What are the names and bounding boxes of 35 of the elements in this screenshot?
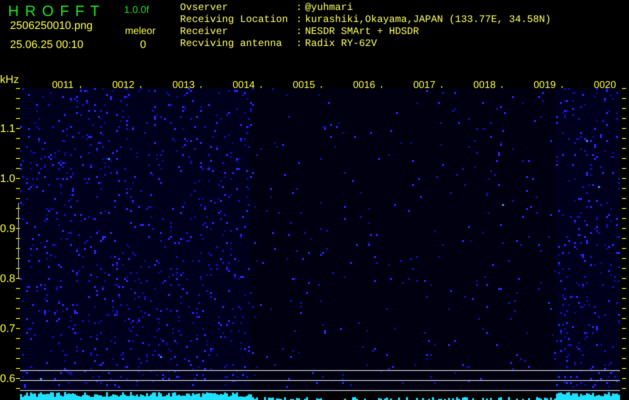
- time-label: 0014: [232, 80, 255, 91]
- info-value: NESDR SMArt + HDSDR: [305, 27, 420, 38]
- info-label: Receiving Location: [180, 15, 290, 26]
- frequency-label: 0.9: [0, 223, 16, 235]
- version-label: 1.0.0f: [124, 5, 150, 16]
- info-separator: :: [296, 3, 304, 15]
- file-name: 2506250010.png: [10, 20, 93, 32]
- time-label: 0011: [52, 80, 74, 91]
- time-label: 0015: [292, 80, 316, 91]
- axis-unit: kHz: [0, 74, 19, 86]
- info-separator: :: [296, 15, 304, 27]
- time-label: 0012: [112, 80, 134, 91]
- info-value: @yuhmari: [305, 3, 354, 14]
- time-label: 0020: [594, 80, 616, 91]
- time-label: 0017: [413, 80, 436, 91]
- time-label: 0016: [353, 80, 376, 91]
- time-label: 0013: [172, 80, 195, 91]
- app-title: H R O F F T: [8, 3, 100, 20]
- info-label: Receiver: [180, 27, 230, 38]
- counter-value: 0: [140, 39, 146, 51]
- time-label: 0019: [534, 80, 556, 91]
- info-separator: :: [296, 39, 304, 51]
- time-label: 0018: [473, 80, 496, 91]
- frequency-label: 0.7: [0, 323, 16, 335]
- timestamp: 25.06.25 00:10: [10, 39, 84, 51]
- counter-label: meleor: [125, 26, 156, 37]
- frequency-label: 1.0: [0, 173, 16, 185]
- frequency-label: 0.8: [0, 273, 16, 285]
- info-value: Radix RY-62V: [305, 39, 378, 51]
- frequency-label: 1.1: [0, 123, 16, 135]
- info-separator: :: [296, 27, 304, 39]
- info-value: kurashiki,Okayama,JAPAN (133.77E, 34.58N): [305, 15, 552, 27]
- frequency-label: 0.6: [0, 373, 16, 385]
- info-label: Recviving antenna: [180, 39, 284, 51]
- info-label: Ovserver: [180, 3, 230, 14]
